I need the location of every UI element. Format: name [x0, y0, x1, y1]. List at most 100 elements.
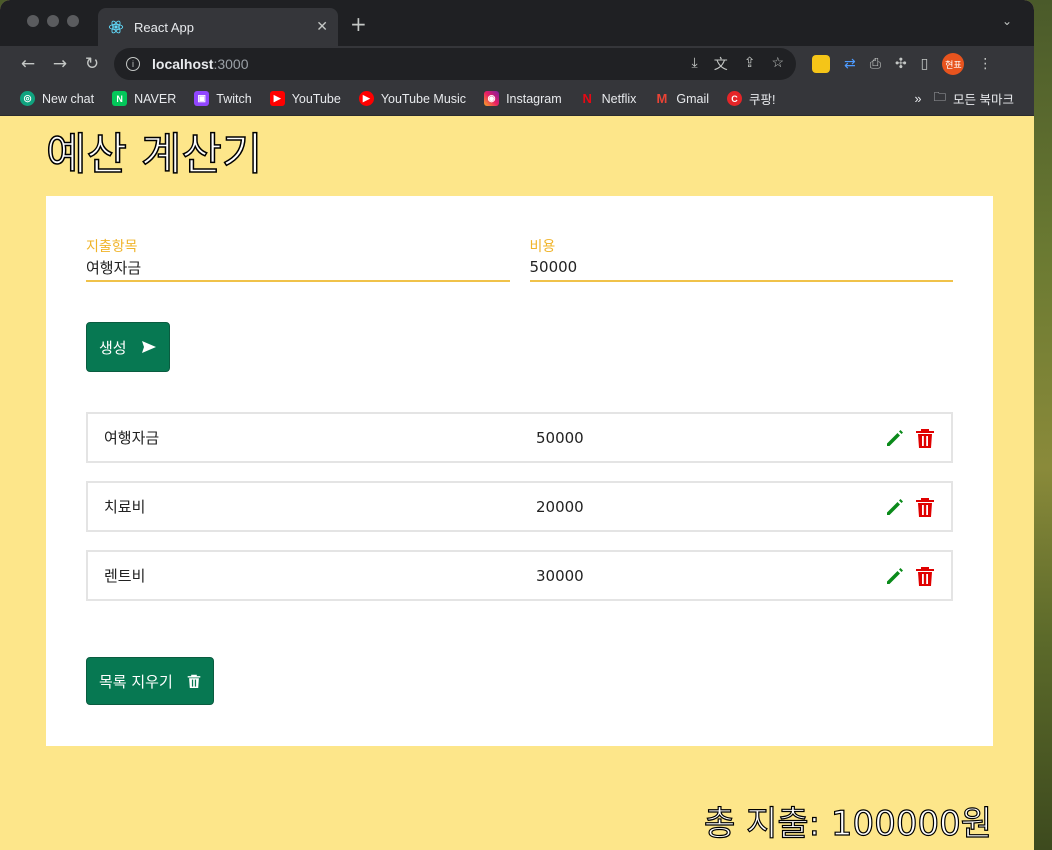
bookmark-gmail[interactable]: M Gmail — [654, 91, 709, 106]
extension-printer-icon[interactable]: ⎙ — [870, 56, 881, 72]
back-icon[interactable]: ← — [12, 54, 44, 74]
side-panel-icon[interactable]: ▯ — [921, 56, 929, 72]
cost-input[interactable] — [529, 256, 953, 282]
send-icon — [141, 341, 156, 353]
react-icon — [108, 20, 124, 34]
all-bookmarks-folder[interactable]: 🗀 모든 북마크 — [934, 88, 1015, 109]
expense-form: 지출항목 비용 — [86, 236, 953, 282]
chatgpt-icon: ◎ — [20, 91, 35, 106]
expense-list: 여행자금 50000 치료비 20000 렌트비 30000 — [86, 412, 953, 601]
total-expense: 총 지출: 100000원 — [703, 803, 992, 844]
bookmark-coupang[interactable]: C 쿠팡! — [727, 89, 776, 108]
trash-icon — [187, 674, 201, 688]
avatar[interactable]: 현표 — [942, 53, 965, 75]
address-bar[interactable]: i localhost:3000 ⤓ 文 ⇪ ☆ — [114, 48, 796, 80]
instagram-icon: ◉ — [484, 91, 500, 106]
bookmark-label: 모든 북마크 — [953, 93, 1014, 107]
page-title: 예산 계산기 — [45, 129, 263, 181]
close-tab-icon[interactable]: ✕ — [316, 19, 328, 35]
expense-actions — [885, 427, 935, 449]
bookmark-label: YouTube — [291, 91, 341, 106]
browser-toolbar: ← → ↻ i localhost:3000 ⤓ 文 ⇪ ☆ ⇄ ⎙ ✣ ▯ 현… — [0, 46, 1034, 82]
cost-field: 비용 — [529, 236, 953, 282]
cost-label: 비용 — [529, 239, 556, 255]
bookmark-star-icon[interactable]: ☆ — [771, 54, 784, 74]
expense-item-input[interactable] — [86, 256, 510, 282]
youtube-icon: ▶ — [269, 91, 285, 106]
close-window-button[interactable] — [27, 15, 39, 27]
clear-list-button[interactable]: 목록 지우기 — [86, 657, 214, 705]
tab-react-app[interactable]: React App ✕ — [98, 8, 338, 46]
extension-arrows-icon[interactable]: ⇄ — [844, 56, 856, 72]
menu-kebab-icon[interactable]: ⋮ — [978, 56, 992, 72]
bookmark-netflix[interactable]: N Netflix — [580, 91, 637, 106]
bookmark-youtube[interactable]: ▶ YouTube — [269, 91, 341, 106]
coupang-icon: C — [727, 91, 743, 106]
url-host: localhost — [152, 56, 214, 72]
new-tab-button[interactable]: + — [350, 12, 367, 36]
tab-search-chevron-icon[interactable]: ⌄ — [1002, 14, 1012, 28]
bookmark-label: NAVER — [134, 91, 177, 106]
bookmark-twitch[interactable]: ▣ Twitch — [194, 91, 252, 106]
translate-icon[interactable]: 文 — [714, 54, 728, 74]
clear-list-label: 목록 지우기 — [99, 672, 173, 691]
reload-icon[interactable]: ↻ — [76, 54, 108, 74]
delete-trash-icon[interactable] — [915, 565, 935, 587]
edit-pencil-icon[interactable] — [885, 497, 905, 517]
browser-window: React App ✕ + ⌄ ← → ↻ i localhost:3000 ⤓… — [0, 0, 1034, 850]
tab-strip: React App ✕ + ⌄ — [0, 0, 1034, 46]
window-controls — [27, 15, 79, 27]
create-button[interactable]: 생성 — [86, 322, 170, 372]
expense-cost: 30000 — [536, 566, 584, 585]
maximize-window-button[interactable] — [67, 15, 79, 27]
tab-title: React App — [134, 19, 194, 35]
expense-cost: 50000 — [536, 428, 584, 447]
expense-item: 여행자금 50000 — [86, 412, 953, 463]
url-port: :3000 — [213, 56, 249, 72]
netflix-icon: N — [582, 91, 592, 106]
bookmark-youtube-music[interactable]: ▶ YouTube Music — [358, 91, 467, 106]
expense-item-field: 지출항목 — [86, 236, 510, 282]
expense-item-label: 지출항목 — [86, 239, 138, 255]
expense-item: 치료비 20000 — [86, 481, 953, 532]
extension-bulb-icon[interactable] — [812, 55, 830, 73]
bookmark-label: 쿠팡! — [749, 93, 776, 107]
budget-card: 지출항목 비용 생성 여행자금 50000 — [46, 196, 993, 746]
bookmark-label: Gmail — [676, 91, 710, 106]
bookmarks-overflow-button[interactable]: » — [915, 92, 922, 106]
twitch-icon: ▣ — [194, 91, 210, 106]
edit-pencil-icon[interactable] — [885, 566, 905, 586]
bookmark-label: Instagram — [506, 91, 562, 106]
bookmark-label: YouTube Music — [380, 91, 467, 106]
edit-pencil-icon[interactable] — [885, 428, 905, 448]
expense-name: 렌트비 — [104, 567, 146, 585]
bookmark-label: Netflix — [601, 91, 637, 106]
bookmark-label: Twitch — [216, 91, 252, 106]
bookmarks-bar: ◎ New chat N NAVER ▣ Twitch ▶ YouTube ▶ YouTu… — [0, 82, 1034, 116]
expense-name: 여행자금 — [104, 429, 160, 447]
forward-icon[interactable]: → — [44, 54, 76, 74]
install-icon[interactable]: ⤓ — [692, 54, 698, 74]
minimize-window-button[interactable] — [47, 15, 59, 27]
extensions-puzzle-icon[interactable]: ✣ — [895, 56, 907, 72]
youtube-music-icon: ▶ — [358, 91, 374, 106]
share-icon[interactable]: ⇪ — [744, 54, 756, 74]
site-info-icon[interactable]: i — [126, 57, 140, 71]
bookmark-instagram[interactable]: ◉ Instagram — [484, 91, 562, 106]
expense-name: 치료비 — [104, 498, 146, 516]
create-button-label: 생성 — [99, 338, 127, 357]
expense-item: 렌트비 30000 — [86, 550, 953, 601]
bookmarks-right: » 🗀 모든 북마크 — [915, 88, 1014, 109]
app-page: 예산 계산기 지출항목 비용 생성 여행자금 50000 — [0, 129, 1034, 845]
delete-trash-icon[interactable] — [915, 496, 935, 518]
bookmark-label: New chat — [42, 91, 95, 106]
naver-icon: N — [112, 91, 128, 106]
delete-trash-icon[interactable] — [915, 427, 935, 449]
extensions-area: ⇄ ⎙ ✣ ▯ 현표 ⋮ — [812, 53, 992, 75]
expense-actions — [885, 565, 935, 587]
bookmark-new-chat[interactable]: ◎ New chat — [20, 91, 94, 106]
expense-actions — [885, 496, 935, 518]
omnibox-actions: ⤓ 文 ⇪ ☆ — [692, 54, 785, 74]
expense-cost: 20000 — [536, 497, 584, 516]
bookmark-naver[interactable]: N NAVER — [112, 91, 176, 106]
